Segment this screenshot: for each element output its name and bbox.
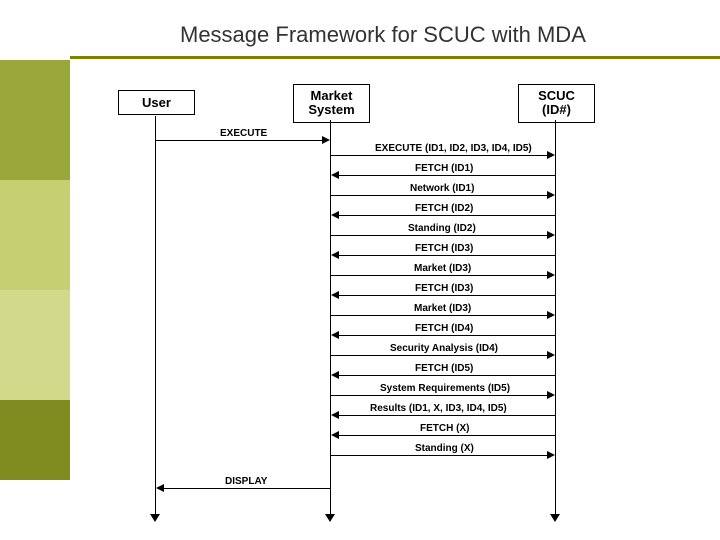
arrow — [163, 488, 330, 489]
lifeline-scuc — [555, 120, 556, 516]
arrowhead-right-icon — [322, 136, 330, 144]
actor-user: User — [118, 90, 195, 115]
arrow — [331, 395, 549, 396]
arrowhead-down-icon — [325, 514, 335, 522]
msg-fetch-x: FETCH (X) — [420, 423, 469, 434]
arrowhead-right-icon — [547, 231, 555, 239]
arrow — [338, 255, 555, 256]
arrowhead-left-icon — [331, 251, 339, 259]
arrowhead-right-icon — [547, 391, 555, 399]
arrowhead-down-icon — [150, 514, 160, 522]
arrowhead-left-icon — [156, 484, 164, 492]
arrowhead-right-icon — [547, 151, 555, 159]
arrow — [331, 275, 549, 276]
page-title: Message Framework for SCUC with MDA — [180, 22, 586, 48]
arrowhead-right-icon — [547, 191, 555, 199]
arrow — [331, 235, 549, 236]
arrow — [156, 140, 324, 141]
msg-security-analysis: Security Analysis (ID4) — [390, 343, 498, 354]
arrow — [338, 375, 555, 376]
msg-market-id3a: Market (ID3) — [414, 263, 471, 274]
arrow — [331, 155, 549, 156]
arrow — [338, 295, 555, 296]
msg-fetch-id5: FETCH (ID5) — [415, 363, 473, 374]
arrowhead-left-icon — [331, 371, 339, 379]
lifeline-market — [330, 120, 331, 516]
msg-fetch-id3a: FETCH (ID3) — [415, 243, 473, 254]
msg-fetch-id2: FETCH (ID2) — [415, 203, 473, 214]
side-accent — [0, 0, 70, 540]
arrow — [331, 455, 549, 456]
msg-standing-id2: Standing (ID2) — [408, 223, 476, 234]
arrowhead-right-icon — [547, 311, 555, 319]
msg-standing-x: Standing (X) — [415, 443, 474, 454]
arrowhead-left-icon — [331, 211, 339, 219]
arrowhead-left-icon — [331, 411, 339, 419]
actor-market: MarketSystem — [293, 84, 370, 123]
arrow — [338, 435, 555, 436]
lifeline-user — [155, 116, 156, 516]
msg-market-id3b: Market (ID3) — [414, 303, 471, 314]
msg-fetch-id3b: FETCH (ID3) — [415, 283, 473, 294]
msg-display: DISPLAY — [225, 476, 267, 487]
arrowhead-down-icon — [550, 514, 560, 522]
arrowhead-left-icon — [331, 431, 339, 439]
msg-system-requirements: System Requirements (ID5) — [380, 383, 510, 394]
arrow — [331, 355, 549, 356]
arrowhead-left-icon — [331, 291, 339, 299]
msg-execute: EXECUTE — [220, 128, 267, 139]
arrowhead-right-icon — [547, 271, 555, 279]
arrow — [338, 415, 555, 416]
arrow — [338, 335, 555, 336]
arrow — [338, 215, 555, 216]
msg-fetch-id4: FETCH (ID4) — [415, 323, 473, 334]
arrowhead-left-icon — [331, 171, 339, 179]
arrowhead-right-icon — [547, 451, 555, 459]
arrow — [331, 195, 549, 196]
msg-fetch-id1: FETCH (ID1) — [415, 163, 473, 174]
arrowhead-right-icon — [547, 351, 555, 359]
arrow — [331, 315, 549, 316]
arrowhead-left-icon — [331, 331, 339, 339]
actor-scuc: SCUC(ID#) — [518, 84, 595, 123]
msg-execute-ids: EXECUTE (ID1, ID2, ID3, ID4, ID5) — [375, 143, 532, 154]
msg-network-id1: Network (ID1) — [410, 183, 474, 194]
arrow — [338, 175, 555, 176]
msg-results: Results (ID1, X, ID3, ID4, ID5) — [370, 403, 507, 414]
title-rule — [70, 56, 720, 59]
